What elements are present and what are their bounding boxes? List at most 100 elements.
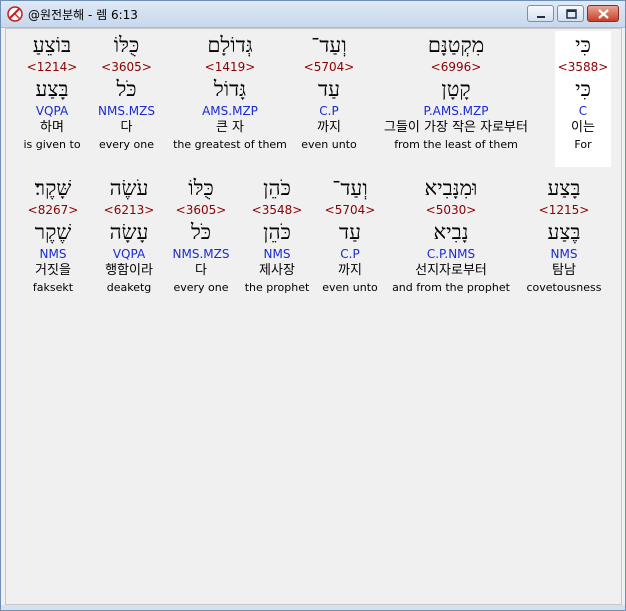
strong-number: <3605>	[101, 60, 152, 74]
english-gloss: the greatest of them	[173, 138, 287, 151]
word-block[interactable]: בָּצַע <1215> בֶּצַע NMS 탐남 covetousness	[523, 174, 605, 310]
korean-gloss: 행함이라	[105, 263, 153, 278]
morphology-code: P.AMS.MZP	[423, 104, 489, 118]
english-gloss: even unto	[322, 281, 378, 294]
hebrew-word: שָּׁקֶר׃	[34, 176, 72, 200]
english-gloss: faksekt	[32, 281, 74, 294]
strong-number: <5030>	[425, 203, 477, 217]
korean-gloss: 탐남	[552, 263, 576, 278]
hebrew-lemma: בֶּצַע	[547, 220, 581, 244]
english-gloss: is given to	[23, 138, 81, 151]
word-block[interactable]: כֹּהֵן <3548> כֹּהֵן NMS 제사장 the prophet	[242, 174, 312, 310]
minimize-button[interactable]	[527, 5, 554, 22]
app-window: @원전분해 - 렘 6:13 כִּי <3588> כִּי C 이는 For מִקְט…	[0, 0, 626, 611]
close-button[interactable]	[587, 5, 619, 22]
korean-gloss: 하며	[40, 120, 64, 135]
korean-gloss: 까지	[338, 263, 362, 278]
hebrew-lemma: שֶׁקֶר	[34, 220, 72, 244]
korean-gloss: 큰 자	[215, 120, 245, 135]
strong-number: <6213>	[103, 203, 155, 217]
hebrew-lemma: כִּי	[575, 77, 591, 101]
strong-number: <1214>	[26, 60, 78, 74]
word-block[interactable]: כֻּלּוֹ <3605> כֹּל NMS.MZS 다 every one	[94, 31, 159, 167]
word-block[interactable]: וּמִנָּבִיא <5030> נָבִיא C.P.NMS 선지자로부터 and …	[386, 174, 516, 310]
word-block[interactable]: עֹשֶׂה <6213> עָשָׂה VQPA 행함이라 deaketg	[98, 174, 160, 310]
verse-analysis-panel: כִּי <3588> כִּי C 이는 For מִקְטַנָּם <6996> קָטָ…	[5, 28, 622, 605]
korean-gloss: 선지자로부터	[415, 263, 487, 278]
korean-gloss: 다	[195, 263, 207, 278]
hebrew-word: כֻּלּוֹ	[188, 176, 214, 200]
morphology-code: C	[578, 104, 588, 118]
korean-gloss: 그들이 가장 작은 자로부터	[384, 120, 528, 135]
hebrew-word: כֻּלּוֹ	[113, 33, 140, 57]
hebrew-lemma: עָשָׂה	[109, 220, 149, 244]
hebrew-lemma: כֹּהֵן	[263, 220, 291, 244]
hebrew-lemma: בָּצַע	[35, 77, 69, 101]
morphology-code: NMS.MZS	[172, 247, 230, 261]
morphology-code: NMS	[550, 247, 578, 261]
strong-number: <1215>	[538, 203, 590, 217]
morphology-code: AMS.MZP	[202, 104, 258, 118]
strong-number: <5704>	[324, 203, 376, 217]
korean-gloss: 이는	[571, 120, 595, 135]
morphology-code: NMS.MZS	[98, 104, 155, 118]
morphology-code: C.P	[340, 247, 360, 261]
hebrew-word: מִקְטַנָּם	[427, 33, 485, 57]
hebrew-word: וְעַד־	[311, 33, 347, 57]
korean-gloss: 까지	[317, 120, 341, 135]
strong-number: <3588>	[557, 60, 609, 74]
hebrew-word: גְּדוֹלָם	[207, 33, 253, 57]
maximize-button[interactable]	[557, 5, 584, 22]
english-gloss: deaketg	[106, 281, 152, 294]
strong-number: <8267>	[27, 203, 79, 217]
word-block[interactable]: בּוֹצֵעַ <1214> בָּצַע VQPA 하며 is given to	[18, 31, 86, 167]
word-block[interactable]: שָּׁקֶר׃ <8267> שֶׁקֶר NMS 거짓을 faksekt	[20, 174, 86, 310]
hebrew-word: וּמִנָּבִיא	[424, 176, 478, 200]
strong-number: <3548>	[251, 203, 303, 217]
minimize-icon	[537, 16, 545, 18]
hebrew-word: בָּצַע	[547, 176, 581, 200]
english-gloss: and from the prophet	[392, 281, 510, 294]
strong-number: <5704>	[303, 60, 355, 74]
hebrew-word: עֹשֶׂה	[109, 176, 149, 200]
word-block[interactable]: מִקְטַנָּם <6996> קָטָן P.AMS.MZP 그들이 가장 작은 …	[365, 31, 547, 167]
english-gloss: every one	[173, 281, 229, 294]
english-gloss: the prophet	[244, 281, 310, 294]
hebrew-lemma: קָטָן	[441, 77, 471, 101]
hebrew-word: בּוֹצֵעַ	[32, 33, 72, 57]
maximize-icon	[566, 9, 577, 19]
hebrew-lemma: גָּדוֹל	[213, 77, 247, 101]
hebrew-lemma: נָבִיא	[433, 220, 469, 244]
morphology-code: VQPA	[35, 104, 69, 118]
english-gloss: covetousness	[526, 281, 602, 294]
word-block[interactable]: וְעַד־ <5704> עַד C.P 까지 even unto	[298, 31, 360, 167]
hebrew-word: וְעַד־	[332, 176, 368, 200]
morphology-code: C.P	[319, 104, 339, 118]
english-gloss: from the least of them	[394, 138, 518, 151]
strong-number: <6996>	[430, 60, 482, 74]
hebrew-lemma: עַד	[339, 220, 361, 244]
korean-gloss: 거짓을	[35, 263, 71, 278]
word-block[interactable]: כִּי <3588> כִּי C 이는 For	[555, 31, 611, 167]
korean-gloss: 제사장	[259, 263, 295, 278]
korean-gloss: 다	[120, 120, 133, 135]
window-title: @원전분해 - 렘 6:13	[28, 8, 138, 22]
hebrew-word: כֹּהֵן	[263, 176, 291, 200]
window-bottom-border	[1, 605, 625, 610]
morphology-code: NMS	[263, 247, 291, 261]
title-bar[interactable]: @원전분해 - 렘 6:13	[1, 1, 625, 28]
word-block[interactable]: גְּדוֹלָם <1419> גָּדוֹל AMS.MZP 큰 자 the grea…	[168, 31, 292, 167]
english-gloss: For	[574, 138, 592, 151]
strong-number: <3605>	[175, 203, 227, 217]
app-icon	[6, 5, 24, 23]
close-icon	[598, 9, 609, 19]
morphology-code: NMS	[39, 247, 67, 261]
morphology-code: C.P.NMS	[426, 247, 476, 261]
english-gloss: even unto	[301, 138, 357, 151]
word-block[interactable]: כֻּלּוֹ <3605> כֹּל NMS.MZS 다 every one	[168, 174, 234, 310]
hebrew-lemma: כֹּל	[190, 220, 212, 244]
word-block[interactable]: וְעַד־ <5704> עַד C.P 까지 even unto	[319, 174, 381, 310]
hebrew-lemma: כֹּל	[116, 77, 137, 101]
hebrew-word: כִּי	[575, 33, 591, 57]
morphology-code: VQPA	[112, 247, 146, 261]
